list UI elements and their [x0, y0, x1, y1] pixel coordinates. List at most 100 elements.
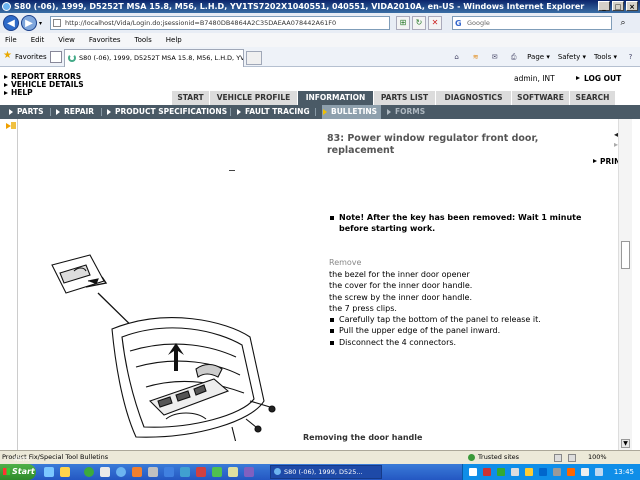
browser-tab[interactable]: S80 (-06), 1999, D5252T MSA 15.8, M56, L… [64, 49, 244, 67]
quicklaunch-icon[interactable] [180, 467, 190, 477]
quicklaunch-icon[interactable] [116, 467, 126, 477]
browser-tab-title: S80 (-06), 1999, D5252T MSA 15.8, M56, L… [79, 54, 244, 62]
quicklaunch-icon[interactable] [244, 467, 254, 477]
mail-icon[interactable]: ✉ [489, 51, 500, 63]
quicklaunch-icon[interactable] [44, 467, 54, 477]
volume-icon[interactable] [581, 468, 589, 476]
compat-view-icon[interactable]: ⊞ [396, 16, 410, 30]
tray-icon[interactable] [553, 468, 561, 476]
step-item: Pull the upper edge of the panel inward. [329, 325, 541, 336]
logout-link[interactable]: LOG OUT [576, 74, 621, 83]
new-tab-button[interactable] [246, 51, 262, 65]
subnav-forms[interactable]: FORMS [386, 105, 425, 119]
print-icon[interactable]: ⎙ [508, 51, 519, 63]
document-title: 83: Power window regulator front door, r… [327, 133, 539, 156]
tab-vehicle-profile[interactable]: VEHICLE PROFILE [210, 91, 298, 105]
favorites-label: Favorites [15, 53, 47, 61]
quicklaunch-icon[interactable] [148, 467, 158, 477]
stop-icon[interactable]: ✕ [428, 16, 442, 30]
subnav-parts[interactable]: PARTS [8, 105, 44, 119]
page-menu[interactable]: Page ▾ [527, 51, 550, 63]
taskbar-ie-window[interactable]: S80 (-06), 1999, D525... [270, 465, 382, 479]
taskbar: Start S80 (-06), 1999, D525... 13:45 [0, 464, 640, 480]
step-item: the 7 press clips. [329, 303, 397, 313]
help-icon[interactable]: ? [625, 51, 636, 63]
favorites-bar: ★ Favorites S80 (-06), 1999, D5252T MSA … [0, 47, 640, 67]
popup-blocker-icon[interactable] [568, 454, 576, 462]
tab-diagnostics[interactable]: DIAGNOSTICS [436, 91, 512, 105]
scrollbar-thumb[interactable] [621, 241, 630, 269]
safety-menu[interactable]: Safety ▾ [558, 51, 586, 63]
history-dropdown-icon[interactable]: ▾ [39, 20, 42, 27]
favorites-star-icon: ★ [3, 50, 12, 61]
search-icon[interactable]: ⌕ [616, 17, 630, 29]
google-icon: G [455, 19, 462, 28]
subnav-fault-tracing[interactable]: FAULT TRACING [236, 105, 310, 119]
address-input[interactable]: http://localhost/Vida/Login.do;jsessioni… [50, 16, 390, 30]
window-titlebar[interactable]: S80 (-06), 1999, D5252T MSA 15.8, M56, L… [0, 0, 640, 13]
quicklaunch-icon[interactable] [100, 467, 110, 477]
menu-tools[interactable]: Tools [134, 33, 153, 47]
quick-tabs-icon[interactable] [50, 51, 62, 63]
forward-icon[interactable]: ▶ [21, 15, 37, 31]
start-button[interactable]: Start [0, 464, 36, 480]
security-zone[interactable]: Trusted sites [468, 451, 519, 464]
content-scrollbar[interactable]: ▼ [618, 119, 632, 450]
tab-software[interactable]: SOFTWARE [512, 91, 570, 105]
remove-label: Remove [329, 258, 362, 267]
menu-help[interactable]: Help [165, 33, 183, 47]
quicklaunch-icon[interactable] [84, 467, 94, 477]
menu-edit[interactable]: Edit [30, 33, 46, 47]
menu-file[interactable]: File [4, 33, 18, 47]
tab-parts-list[interactable]: PARTS LIST [374, 91, 436, 105]
home-icon[interactable]: ⌂ [451, 51, 462, 63]
quicklaunch-icon[interactable] [132, 467, 142, 477]
tray-icon[interactable] [511, 468, 519, 476]
step-item: Disconnect the 4 connectors. [329, 337, 541, 348]
note-text: Note! After the key has been removed: Wa… [329, 212, 609, 234]
subnav-product-specifications[interactable]: PRODUCT SPECIFICATIONS [106, 105, 227, 119]
favorites-button[interactable]: ★ Favorites [3, 50, 47, 63]
url-text: http://localhost/Vida/Login.do;jsessioni… [65, 19, 337, 27]
tray-icon[interactable] [525, 468, 533, 476]
subnav-divider [230, 108, 231, 116]
tray-icon[interactable] [539, 468, 547, 476]
ie-icon [2, 2, 11, 11]
search-placeholder: Google [467, 19, 490, 27]
tab-start[interactable]: START [172, 91, 210, 105]
procedure-steps: the bezel for the inner door opener the … [329, 269, 541, 348]
user-info: admin, INT [514, 74, 555, 83]
tray-icon[interactable] [567, 468, 575, 476]
refresh-icon[interactable]: ↻ [412, 16, 426, 30]
zoom-level[interactable]: 100% [588, 451, 607, 464]
tab-information[interactable]: INFORMATION [298, 91, 374, 105]
tray-icon[interactable] [497, 468, 505, 476]
quicklaunch-icon[interactable] [164, 467, 174, 477]
close-button[interactable]: × [626, 1, 638, 11]
subnav-repair[interactable]: REPAIR [55, 105, 94, 119]
tools-menu[interactable]: Tools ▾ [594, 51, 617, 63]
maximize-button[interactable]: □ [612, 1, 624, 11]
search-input[interactable]: G Google [452, 16, 612, 30]
subnav-bulletins[interactable]: BULLETINS [322, 105, 382, 119]
help-link[interactable]: HELP [4, 89, 84, 97]
diagram-mark [229, 170, 235, 171]
network-icon[interactable] [595, 468, 603, 476]
tray-icon[interactable] [483, 468, 491, 476]
tray-icon[interactable] [469, 468, 477, 476]
scroll-down-icon[interactable]: ▼ [621, 439, 630, 448]
back-icon[interactable]: ◀ [3, 15, 19, 31]
quicklaunch-icon[interactable] [196, 467, 206, 477]
quicklaunch-icon[interactable] [60, 467, 70, 477]
section-subheading: Removing the door handle [303, 433, 423, 442]
tab-search[interactable]: SEARCH [570, 91, 616, 105]
quicklaunch-icon[interactable] [212, 467, 222, 477]
menu-favorites[interactable]: Favorites [88, 33, 122, 47]
menu-view[interactable]: View [57, 33, 76, 47]
minimize-button[interactable]: _ [598, 1, 610, 11]
quicklaunch-icon[interactable] [228, 467, 238, 477]
feeds-icon[interactable]: ≋ [470, 51, 481, 63]
clock[interactable]: 13:45 [614, 464, 634, 480]
protected-mode-icon [554, 454, 562, 462]
door-panel-diagram [51, 254, 276, 441]
